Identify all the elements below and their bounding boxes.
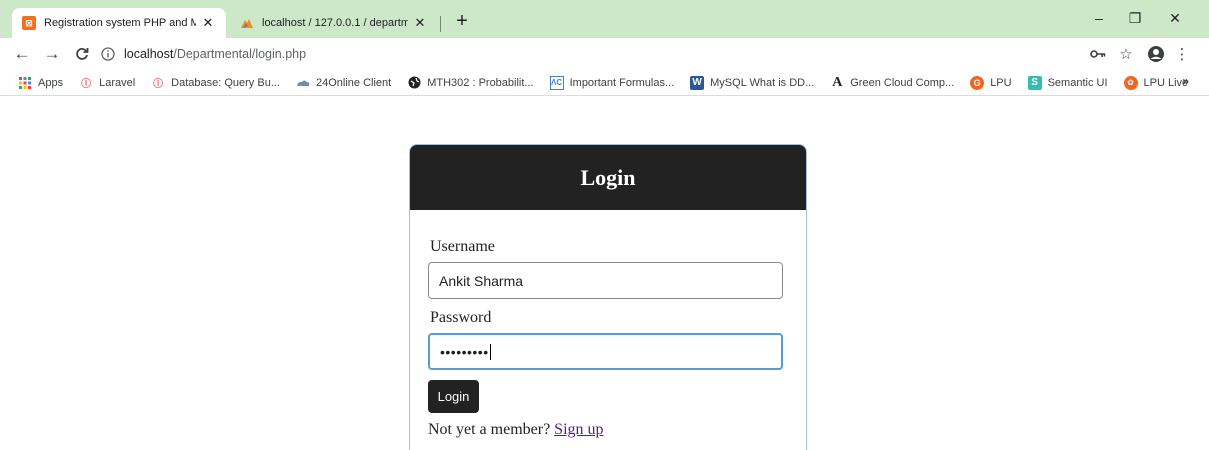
key-icon[interactable] bbox=[1086, 42, 1110, 66]
bookmark-label: LPU bbox=[990, 76, 1012, 89]
tab-strip: ⊠ Registration system PHP and My ✕ local… bbox=[0, 0, 1209, 38]
url-path: /Departmental/login.php bbox=[173, 47, 307, 61]
bookmark-database-query[interactable]: ⓛ Database: Query Bu... bbox=[151, 76, 280, 91]
globe-icon bbox=[407, 76, 421, 90]
laravel-icon: ⓛ bbox=[81, 79, 92, 90]
bookmark-label: Semantic UI bbox=[1047, 76, 1108, 89]
login-form: Username Ankit Sharma Password •••••••••… bbox=[410, 210, 806, 439]
username-value: Ankit Sharma bbox=[439, 272, 524, 289]
semantic-s-icon: S bbox=[1027, 75, 1042, 90]
minimize-button[interactable]: – bbox=[1084, 6, 1114, 30]
bookmark-mysql[interactable]: W MySQL What is DD... bbox=[690, 75, 815, 90]
bookmark-semantic-ui[interactable]: S Semantic UI bbox=[1027, 75, 1108, 90]
star-icon[interactable]: ☆ bbox=[1114, 42, 1138, 66]
more-bookmarks-chevron-icon[interactable]: » bbox=[1182, 74, 1189, 88]
bookmark-label: Database: Query Bu... bbox=[171, 76, 280, 89]
forward-arrow-icon[interactable]: → bbox=[40, 42, 64, 66]
bookmark-24online[interactable]: 24Online Client bbox=[296, 76, 391, 90]
login-header: Login bbox=[410, 145, 806, 210]
bookmark-mth302[interactable]: MTH302 : Probabilit... bbox=[407, 76, 534, 90]
bookmark-laravel[interactable]: ⓛ Laravel bbox=[79, 76, 136, 91]
login-card: Login Username Ankit Sharma Password •••… bbox=[409, 144, 807, 450]
url-text: localhost/Departmental/login.php bbox=[124, 47, 306, 61]
tab-registration[interactable]: ⊠ Registration system PHP and My ✕ bbox=[12, 8, 226, 38]
close-window-button[interactable]: ✕ bbox=[1160, 6, 1190, 30]
bookmark-lpu-live[interactable]: ✿ LPU Live bbox=[1123, 75, 1188, 90]
new-tab-button[interactable]: + bbox=[452, 11, 472, 32]
phpmyadmin-favicon-icon bbox=[240, 16, 254, 30]
url-host: localhost bbox=[124, 47, 174, 61]
bookmark-label: Green Cloud Comp... bbox=[850, 76, 955, 89]
password-value: ••••••••• bbox=[440, 343, 489, 360]
bookmark-label: MTH302 : Probabilit... bbox=[427, 76, 534, 89]
login-button[interactable]: Login bbox=[428, 380, 479, 413]
close-tab-icon[interactable]: ✕ bbox=[412, 15, 428, 31]
password-input[interactable]: ••••••••• bbox=[428, 333, 783, 370]
bookmark-label: Apps bbox=[38, 76, 64, 89]
reload-icon[interactable] bbox=[70, 42, 94, 66]
bookmark-label: 24Online Client bbox=[316, 76, 392, 89]
menu-kebab-icon[interactable]: ⋮ bbox=[1170, 42, 1194, 66]
signup-link[interactable]: Sign up bbox=[554, 421, 603, 438]
lpu-icon: G bbox=[970, 75, 985, 90]
lpu-live-icon: ✿ bbox=[1123, 75, 1138, 90]
formula-icon: ΛC bbox=[549, 75, 564, 90]
bookmark-label: Important Formulas... bbox=[569, 76, 675, 89]
tab-title: Registration system PHP and My bbox=[44, 17, 196, 29]
restore-button[interactable]: ❐ bbox=[1120, 6, 1150, 30]
bookmark-label: MySQL What is DD... bbox=[710, 76, 815, 89]
letter-a-icon: A bbox=[832, 74, 843, 90]
bookmarks-bar: Apps ⓛ Laravel ⓛ Database: Query Bu... 2… bbox=[0, 70, 1209, 96]
address-bar[interactable]: localhost/Departmental/login.php bbox=[100, 41, 1110, 67]
tab-separator bbox=[440, 16, 441, 32]
username-label: Username bbox=[430, 238, 495, 255]
bookmark-apps[interactable]: Apps bbox=[18, 76, 63, 90]
tab-phpmyadmin[interactable]: localhost / 127.0.0.1 / departmen ✕ bbox=[230, 8, 438, 38]
tab-title: localhost / 127.0.0.1 / departmen bbox=[262, 17, 408, 29]
info-icon[interactable] bbox=[100, 46, 116, 62]
page-title: Login bbox=[580, 164, 636, 190]
bookmark-green-cloud[interactable]: A Green Cloud Comp... bbox=[830, 74, 955, 90]
bookmark-lpu[interactable]: G LPU bbox=[970, 75, 1012, 90]
laravel-icon: ⓛ bbox=[153, 79, 164, 90]
apps-grid-icon bbox=[18, 76, 32, 90]
close-tab-icon[interactable]: ✕ bbox=[200, 15, 216, 31]
password-label: Password bbox=[430, 309, 492, 326]
browser-toolbar: ← → localhost/Departmental/login.php ☆ ⋮ bbox=[0, 38, 1209, 70]
username-input[interactable]: Ankit Sharma bbox=[428, 262, 783, 299]
signup-prompt: Not yet a member? Sign up bbox=[428, 421, 782, 439]
signup-prompt-text: Not yet a member? bbox=[428, 421, 551, 438]
xampp-favicon-icon: ⊠ bbox=[22, 16, 36, 30]
word-icon: W bbox=[690, 75, 705, 90]
text-caret bbox=[489, 343, 491, 360]
bookmark-label: Laravel bbox=[99, 76, 136, 89]
bookmark-formulas[interactable]: ΛC Important Formulas... bbox=[549, 75, 675, 90]
profile-avatar-icon[interactable] bbox=[1144, 42, 1168, 66]
cloud-icon bbox=[296, 76, 310, 90]
back-arrow-icon[interactable]: ← bbox=[10, 42, 34, 66]
